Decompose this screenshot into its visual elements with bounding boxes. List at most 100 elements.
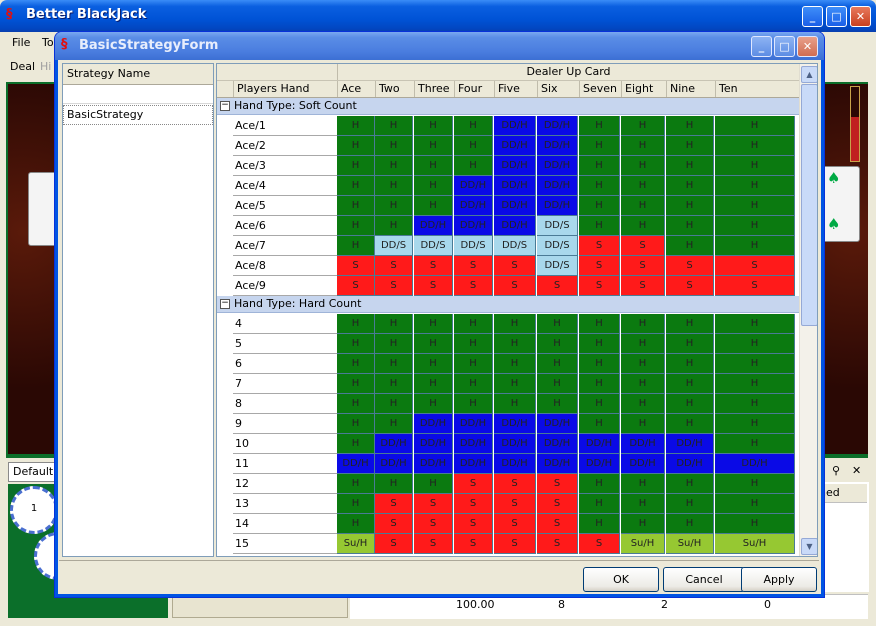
players-hand-cell[interactable]: 9 — [233, 414, 338, 434]
players-hand-cell[interactable]: 8 — [233, 394, 338, 414]
strategy-cell[interactable]: H — [414, 116, 453, 136]
strategy-cell[interactable]: H — [375, 156, 413, 176]
strategy-cell[interactable]: H — [715, 514, 795, 534]
strategy-cell[interactable]: DD/S — [537, 236, 578, 256]
strategy-cell[interactable]: DD/H — [454, 414, 493, 434]
strategy-cell[interactable]: H — [337, 156, 375, 176]
strategy-cell[interactable]: H — [715, 216, 795, 236]
dealer-column-header[interactable]: Six — [537, 81, 578, 97]
strategy-cell[interactable]: DD/H — [537, 434, 578, 454]
strategy-cell[interactable]: H — [715, 434, 795, 454]
strategy-cell[interactable]: S — [337, 276, 375, 296]
collapse-icon[interactable]: − — [220, 299, 230, 309]
strategy-cell[interactable]: H — [666, 176, 714, 196]
strategy-cell[interactable]: H — [375, 314, 413, 334]
strategy-cell[interactable]: H — [621, 176, 665, 196]
strategy-new-row[interactable] — [63, 85, 213, 104]
strategy-cell[interactable]: DD/S — [537, 256, 578, 276]
strategy-cell[interactable]: H — [375, 176, 413, 196]
strategy-cell[interactable]: S — [579, 276, 620, 296]
players-hand-cell[interactable]: Ace/7 — [233, 236, 338, 256]
strategy-cell[interactable]: H — [666, 236, 714, 256]
strategy-cell[interactable]: DD/H — [537, 454, 578, 474]
strategy-cell[interactable]: H — [537, 314, 578, 334]
strategy-cell[interactable]: H — [537, 394, 578, 414]
strategy-cell[interactable]: H — [337, 196, 375, 216]
strategy-cell[interactable]: H — [715, 116, 795, 136]
main-close-button[interactable]: ✕ — [850, 6, 871, 27]
dealer-column-header[interactable]: Seven — [579, 81, 620, 97]
strategy-cell[interactable]: S — [454, 474, 493, 494]
strategy-cell[interactable]: H — [494, 394, 536, 414]
strategy-cell[interactable]: DD/H — [537, 116, 578, 136]
strategy-cell[interactable]: DD/H — [494, 136, 536, 156]
strategy-cell[interactable]: H — [579, 334, 620, 354]
strategy-cell[interactable]: H — [337, 176, 375, 196]
strategy-cell[interactable]: DD/H — [494, 176, 536, 196]
players-hand-cell[interactable]: Ace/3 — [233, 156, 338, 176]
strategy-cell[interactable]: H — [537, 334, 578, 354]
strategy-cell[interactable]: S — [414, 494, 453, 514]
section-header[interactable]: − Hand Type: Soft Count — [217, 98, 799, 115]
strategy-cell[interactable]: H — [579, 216, 620, 236]
strategy-cell[interactable]: H — [454, 314, 493, 334]
strategy-cell[interactable]: S — [454, 256, 493, 276]
strategy-cell[interactable]: S — [414, 534, 453, 554]
strategy-cell[interactable]: H — [666, 394, 714, 414]
strategy-cell[interactable]: S — [579, 534, 620, 554]
strategy-cell[interactable]: H — [414, 334, 453, 354]
dialog-maximize-button[interactable]: □ — [774, 36, 795, 57]
players-hand-cell[interactable]: 7 — [233, 374, 338, 394]
strategy-cell[interactable]: DD/H — [621, 454, 665, 474]
strategy-cell[interactable]: H — [375, 394, 413, 414]
strategy-cell[interactable]: DD/H — [454, 216, 493, 236]
strategy-cell[interactable]: S — [375, 494, 413, 514]
strategy-cell[interactable]: S — [494, 474, 536, 494]
dealer-column-header[interactable]: Five — [494, 81, 536, 97]
strategy-cell[interactable]: H — [666, 494, 714, 514]
strategy-cell[interactable]: DD/H — [537, 196, 578, 216]
strategy-cell[interactable]: H — [579, 514, 620, 534]
strategy-cell[interactable]: H — [375, 196, 413, 216]
strategy-cell[interactable]: S — [494, 534, 536, 554]
strategy-cell[interactable]: H — [337, 216, 375, 236]
strategy-cell[interactable]: DD/S — [454, 236, 493, 256]
strategy-cell[interactable]: H — [621, 494, 665, 514]
strategy-cell[interactable]: DD/H — [494, 434, 536, 454]
strategy-cell[interactable]: Su/H — [621, 534, 665, 554]
players-hand-cell[interactable]: Ace/2 — [233, 136, 338, 156]
strategy-cell[interactable]: DD/H — [494, 116, 536, 136]
scroll-up-arrow-icon[interactable]: ▲ — [801, 66, 817, 83]
dealer-column-header[interactable]: Four — [454, 81, 493, 97]
strategy-cell[interactable]: H — [337, 136, 375, 156]
dealer-column-header[interactable]: Ten — [715, 81, 795, 97]
strategy-cell[interactable]: H — [666, 474, 714, 494]
strategy-cell[interactable]: S — [621, 256, 665, 276]
strategy-cell[interactable]: H — [666, 116, 714, 136]
strategy-cell[interactable]: H — [715, 136, 795, 156]
strategy-cell[interactable]: H — [666, 374, 714, 394]
strategy-cell[interactable]: DD/H — [666, 454, 714, 474]
strategy-cell[interactable]: H — [414, 354, 453, 374]
players-hand-cell[interactable]: 14 — [233, 514, 338, 534]
strategy-cell[interactable]: H — [715, 334, 795, 354]
strategy-cell[interactable]: H — [579, 156, 620, 176]
strategy-cell[interactable]: DD/S — [537, 216, 578, 236]
strategy-cell[interactable]: H — [337, 494, 375, 514]
players-hand-cell[interactable]: Ace/5 — [233, 196, 338, 216]
strategy-cell[interactable]: H — [537, 354, 578, 374]
strategy-cell[interactable]: Su/H — [715, 534, 795, 554]
strategy-cell[interactable]: S — [494, 494, 536, 514]
strategy-cell[interactable]: S — [715, 256, 795, 276]
strategy-cell[interactable]: H — [621, 156, 665, 176]
strategy-cell[interactable]: H — [715, 156, 795, 176]
strategy-cell[interactable]: DD/H — [414, 216, 453, 236]
strategy-cell[interactable]: H — [621, 196, 665, 216]
strategy-cell[interactable]: H — [579, 116, 620, 136]
players-hand-cell[interactable]: Ace/8 — [233, 256, 338, 276]
section-header[interactable]: − Hand Type: Hard Count — [217, 296, 799, 313]
dealer-column-header[interactable]: Two — [375, 81, 413, 97]
strategy-cell[interactable]: S — [375, 514, 413, 534]
strategy-cell[interactable]: S — [621, 276, 665, 296]
main-minimize-button[interactable]: _ — [802, 6, 823, 27]
